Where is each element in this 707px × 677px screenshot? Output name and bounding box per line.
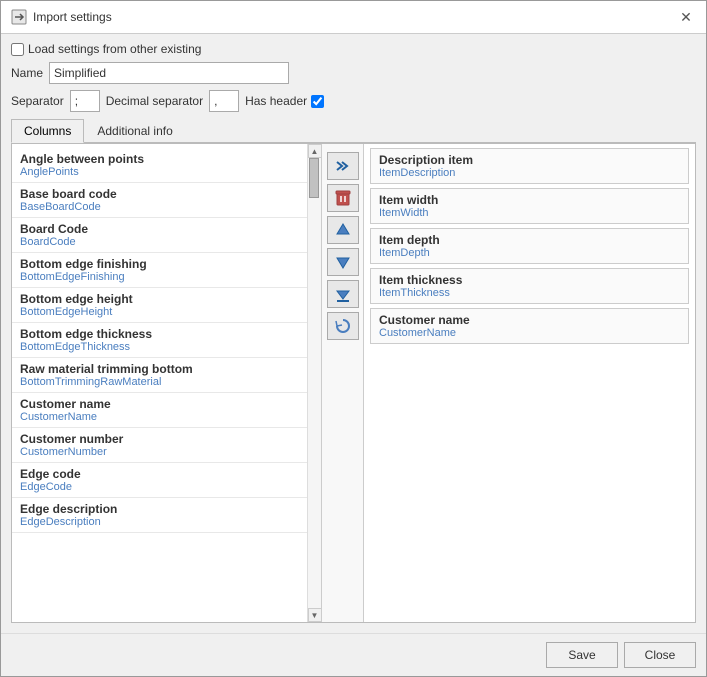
- move-up-button[interactable]: [327, 216, 359, 244]
- add-all-icon: [334, 157, 352, 175]
- list-item[interactable]: Bottom edge heightBottomEdgeHeight: [12, 288, 307, 323]
- list-item-name: Edge description: [20, 502, 299, 516]
- load-settings-label: Load settings from other existing: [11, 42, 201, 56]
- name-row: Name: [11, 62, 696, 84]
- right-item-name: Item width: [379, 193, 680, 207]
- has-header-checkbox[interactable]: [311, 95, 324, 108]
- list-item-code: AnglePoints: [20, 166, 299, 178]
- list-item-name: Customer name: [20, 397, 299, 411]
- right-item: Customer nameCustomerName: [370, 308, 689, 344]
- dialog-footer: Save Close: [1, 633, 706, 676]
- right-item-name: Item thickness: [379, 273, 680, 287]
- list-item-name: Bottom edge thickness: [20, 327, 299, 341]
- dialog-title: Import settings: [33, 10, 112, 24]
- list-item[interactable]: Base board codeBaseBoardCode: [12, 183, 307, 218]
- right-panel: Description itemItemDescription Item widt…: [364, 144, 695, 622]
- import-settings-dialog: Import settings ✕ Load settings from oth…: [0, 0, 707, 677]
- list-item-code: CustomerName: [20, 411, 299, 423]
- list-item-name: Base board code: [20, 187, 299, 201]
- move-bottom-button[interactable]: [327, 280, 359, 308]
- close-title-button[interactable]: ✕: [676, 7, 696, 27]
- list-item-name: Board Code: [20, 222, 299, 236]
- right-item-code: ItemThickness: [379, 287, 680, 299]
- remove-button[interactable]: [327, 184, 359, 212]
- rotate-button[interactable]: [327, 312, 359, 340]
- move-bottom-icon: [334, 285, 352, 303]
- middle-buttons: [322, 144, 364, 622]
- tabs: Columns Additional info: [11, 118, 696, 143]
- right-item-code: ItemDescription: [379, 167, 680, 179]
- list-item-code: BottomEdgeThickness: [20, 341, 299, 353]
- right-item-name: Item depth: [379, 233, 680, 247]
- decimal-input[interactable]: [209, 90, 239, 112]
- tab-columns[interactable]: Columns: [11, 119, 84, 143]
- right-item: Item thicknessItemThickness: [370, 268, 689, 304]
- move-down-icon: [334, 253, 352, 271]
- list-item-code: BottomEdgeHeight: [20, 306, 299, 318]
- name-input[interactable]: [49, 62, 289, 84]
- list-item-code: BottomEdgeFinishing: [20, 271, 299, 283]
- separator-label: Separator: [11, 94, 64, 108]
- save-button[interactable]: Save: [546, 642, 618, 668]
- scroll-up-arrow[interactable]: ▲: [308, 144, 322, 158]
- dialog-body: Load settings from other existing Name S…: [1, 34, 706, 633]
- right-item-code: ItemWidth: [379, 207, 680, 219]
- right-item: Item depthItemDepth: [370, 228, 689, 264]
- scroll-thumb[interactable]: [309, 158, 319, 198]
- list-item-name: Raw material trimming bottom: [20, 362, 299, 376]
- list-item[interactable]: Bottom edge thicknessBottomEdgeThickness: [12, 323, 307, 358]
- scroll-track: [308, 158, 322, 608]
- list-item-code: BaseBoardCode: [20, 201, 299, 213]
- left-panel: Angle between pointsAnglePointsBase boar…: [12, 144, 322, 622]
- scroll-down-arrow[interactable]: ▼: [308, 608, 322, 622]
- right-item-name: Customer name: [379, 313, 680, 327]
- list-item-name: Bottom edge height: [20, 292, 299, 306]
- right-item-name: Description item: [379, 153, 680, 167]
- has-header-label: Has header: [245, 94, 324, 108]
- list-item[interactable]: Edge descriptionEdgeDescription: [12, 498, 307, 533]
- decimal-label: Decimal separator: [106, 94, 203, 108]
- list-item[interactable]: Customer numberCustomerNumber: [12, 428, 307, 463]
- import-icon: [11, 9, 27, 25]
- load-settings-checkbox[interactable]: [11, 43, 24, 56]
- right-item-code: ItemDepth: [379, 247, 680, 259]
- delete-icon: [334, 189, 352, 207]
- load-settings-row: Load settings from other existing: [11, 42, 696, 56]
- list-item[interactable]: Edge codeEdgeCode: [12, 463, 307, 498]
- list-item[interactable]: Customer nameCustomerName: [12, 393, 307, 428]
- left-list: Angle between pointsAnglePointsBase boar…: [12, 144, 307, 622]
- list-item[interactable]: Bottom edge finishingBottomEdgeFinishing: [12, 253, 307, 288]
- list-item-code: CustomerNumber: [20, 446, 299, 458]
- separator-input[interactable]: [70, 90, 100, 112]
- title-bar: Import settings ✕: [1, 1, 706, 34]
- close-button[interactable]: Close: [624, 642, 696, 668]
- right-item: Item widthItemWidth: [370, 188, 689, 224]
- content-area: Angle between pointsAnglePointsBase boar…: [11, 143, 696, 623]
- list-item-name: Customer number: [20, 432, 299, 446]
- list-item[interactable]: Raw material trimming bottomBottomTrimmi…: [12, 358, 307, 393]
- add-all-button[interactable]: [327, 152, 359, 180]
- list-item-code: EdgeCode: [20, 481, 299, 493]
- rotate-icon: [334, 317, 352, 335]
- list-item-code: EdgeDescription: [20, 516, 299, 528]
- right-item-code: CustomerName: [379, 327, 680, 339]
- list-item-code: BoardCode: [20, 236, 299, 248]
- move-down-button[interactable]: [327, 248, 359, 276]
- name-label: Name: [11, 66, 43, 80]
- list-item-name: Angle between points: [20, 152, 299, 166]
- list-item[interactable]: Board CodeBoardCode: [12, 218, 307, 253]
- list-item[interactable]: Angle between pointsAnglePoints: [12, 148, 307, 183]
- tab-additional-info[interactable]: Additional info: [84, 119, 185, 143]
- move-up-icon: [334, 221, 352, 239]
- list-item-code: BottomTrimmingRawMaterial: [20, 376, 299, 388]
- list-item-name: Bottom edge finishing: [20, 257, 299, 271]
- separator-row: Separator Decimal separator Has header: [11, 90, 696, 112]
- scrollbar: ▲ ▼: [307, 144, 321, 622]
- right-item: Description itemItemDescription: [370, 148, 689, 184]
- list-item-name: Edge code: [20, 467, 299, 481]
